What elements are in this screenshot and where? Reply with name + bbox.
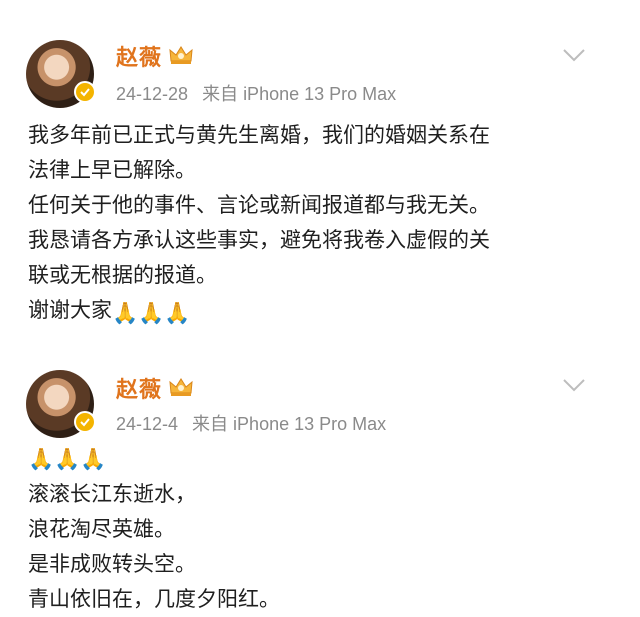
- emoji-group: 🙏🙏🙏: [112, 301, 191, 325]
- chevron-down-icon[interactable]: [562, 378, 586, 392]
- text-line: 是非成败转头空。: [28, 552, 196, 576]
- text-line: 谢谢大家: [28, 298, 112, 322]
- verified-badge-icon: [74, 411, 96, 433]
- chevron-down-icon[interactable]: [562, 48, 586, 62]
- weibo-post-1: 赵薇 24-12-28 来自 iPhone 13 Pro Max 我多年前已正式与…: [0, 0, 640, 340]
- author-name[interactable]: 赵薇: [116, 372, 162, 404]
- verified-badge-icon: [74, 81, 96, 103]
- post-date: 24-12-28: [116, 84, 189, 104]
- crown-icon: [169, 378, 193, 396]
- emoji-group: 🙏🙏🙏: [28, 447, 107, 471]
- text-line: 法律上早已解除。: [28, 158, 196, 182]
- text-line: 联或无根据的报道。: [28, 263, 217, 287]
- post-date: 24-12-4: [116, 414, 179, 434]
- post-text: 🙏🙏🙏 滚滚长江东逝水， 浪花淘尽英雄。 是非成败转头空。 青山依旧在，几度夕阳…: [28, 442, 280, 617]
- weibo-post-2: 赵薇 24-12-4 来自 iPhone 13 Pro Max 🙏🙏🙏 滚滚长江东…: [0, 340, 640, 611]
- text-line: 浪花淘尽英雄。: [28, 517, 175, 541]
- text-line: 我恳请各方承认这些事实，避免将我卷入虚假的关: [28, 228, 490, 252]
- text-line: 我多年前已正式与黄先生离婚，我们的婚姻关系在: [28, 123, 490, 147]
- text-line: 滚滚长江东逝水，: [28, 482, 196, 506]
- author-name[interactable]: 赵薇: [116, 40, 162, 72]
- post-source: 来自 iPhone 13 Pro Max: [202, 84, 397, 104]
- text-line: 青山依旧在，几度夕阳红。: [28, 587, 280, 611]
- crown-icon: [169, 46, 193, 64]
- text-line: 任何关于他的事件、言论或新闻报道都与我无关。: [28, 193, 490, 217]
- post-source: 来自 iPhone 13 Pro Max: [192, 414, 387, 434]
- text-line-with-emoji: 谢谢大家🙏🙏🙏: [28, 293, 490, 331]
- post-meta: 24-12-4 来自 iPhone 13 Pro Max: [116, 410, 386, 436]
- post-meta: 24-12-28 来自 iPhone 13 Pro Max: [116, 80, 396, 106]
- post-text: 我多年前已正式与黄先生离婚，我们的婚姻关系在 法律上早已解除。 任何关于他的事件…: [28, 118, 490, 331]
